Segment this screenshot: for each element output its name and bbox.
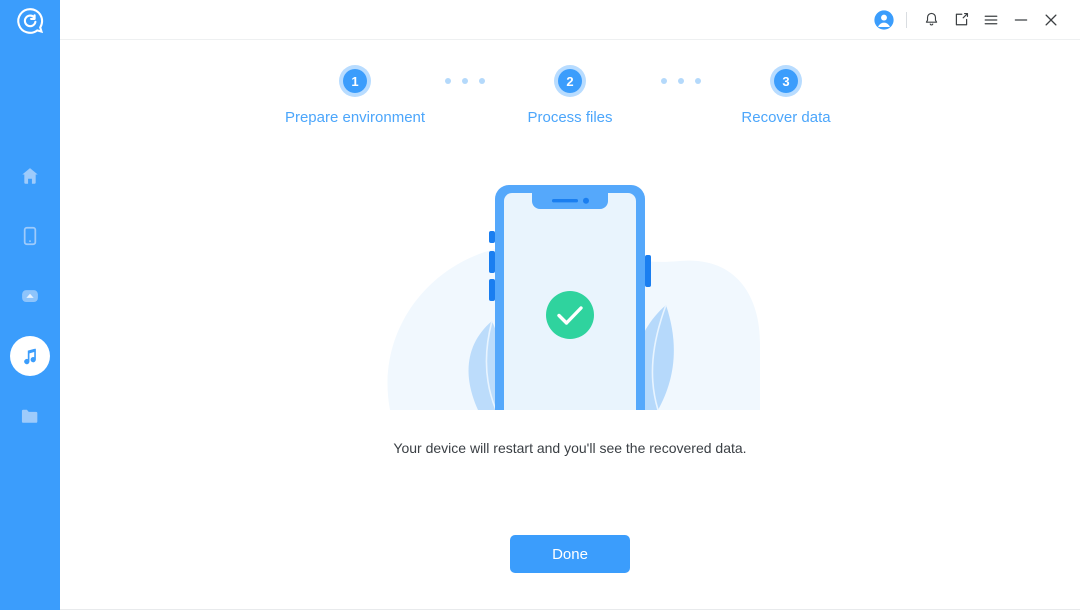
separator-dot xyxy=(479,78,485,84)
app-logo-icon xyxy=(17,8,44,34)
title-bar xyxy=(60,0,1080,40)
main-content: 1 Prepare environment 2 Process files 3 … xyxy=(60,0,1080,609)
menu-button[interactable] xyxy=(976,5,1006,35)
step-2-number: 2 xyxy=(558,69,582,93)
step-separator-2 xyxy=(661,78,701,84)
separator-dot xyxy=(695,78,701,84)
phone-mute-button xyxy=(489,231,495,243)
close-button[interactable] xyxy=(1036,5,1066,35)
step-3-number: 3 xyxy=(774,69,798,93)
title-bar-divider xyxy=(906,11,907,28)
step-1-label: Prepare environment xyxy=(284,109,426,126)
separator-dot xyxy=(462,78,468,84)
close-icon xyxy=(1045,13,1057,26)
separator-dot xyxy=(678,78,684,84)
folder-icon xyxy=(21,409,38,423)
step-1-badge: 1 xyxy=(339,65,371,97)
sidebar-item-device[interactable] xyxy=(10,216,50,256)
sidebar-item-music[interactable] xyxy=(10,336,50,376)
separator-dot xyxy=(661,78,667,84)
step-1-number: 1 xyxy=(343,69,367,93)
sidebar-item-home[interactable] xyxy=(10,156,50,196)
phone-camera xyxy=(583,197,589,204)
notifications-button[interactable] xyxy=(916,5,946,35)
minimize-icon xyxy=(1014,18,1028,21)
phone-volume-up-button xyxy=(489,251,495,273)
step-2: 2 Process files xyxy=(510,65,630,126)
sidebar-item-files[interactable] xyxy=(10,396,50,436)
music-note-icon xyxy=(24,348,36,365)
note-edit-icon xyxy=(955,12,968,26)
app-window: 1 Prepare environment 2 Process files 3 … xyxy=(0,0,1080,610)
step-indicator: 1 Prepare environment 2 Process files 3 … xyxy=(60,65,1080,155)
sidebar xyxy=(0,0,60,610)
cloud-icon xyxy=(22,290,38,303)
step-3-label: Recover data xyxy=(741,109,831,126)
separator-dot xyxy=(445,78,451,84)
check-circle-icon xyxy=(546,291,594,339)
minimize-button[interactable] xyxy=(1006,5,1036,35)
illustration-svg xyxy=(387,185,760,410)
sidebar-item-cloud[interactable] xyxy=(10,276,50,316)
step-2-badge: 2 xyxy=(554,65,586,97)
step-3: 3 Recover data xyxy=(726,65,846,126)
phone-success-illustration xyxy=(60,175,1080,410)
app-logo[interactable] xyxy=(0,0,60,42)
phone-speaker xyxy=(552,199,578,203)
phone-volume-down-button xyxy=(489,279,495,301)
step-3-badge: 3 xyxy=(770,65,802,97)
done-button[interactable]: Done xyxy=(510,535,630,573)
sidebar-nav xyxy=(10,156,50,456)
phone-power-button xyxy=(645,255,651,287)
feedback-button[interactable] xyxy=(946,5,976,35)
hamburger-menu-icon xyxy=(984,15,998,24)
home-icon xyxy=(22,168,38,184)
phone-icon xyxy=(23,226,37,246)
step-1: 1 Prepare environment xyxy=(285,65,425,126)
bell-icon xyxy=(925,12,937,26)
status-message: Your device will restart and you'll see … xyxy=(393,440,747,456)
step-separator-1 xyxy=(445,78,485,84)
step-2-label: Process files xyxy=(527,109,613,126)
account-avatar-button[interactable] xyxy=(869,5,899,35)
user-avatar-icon xyxy=(874,9,894,30)
action-row: Done xyxy=(60,535,1080,573)
